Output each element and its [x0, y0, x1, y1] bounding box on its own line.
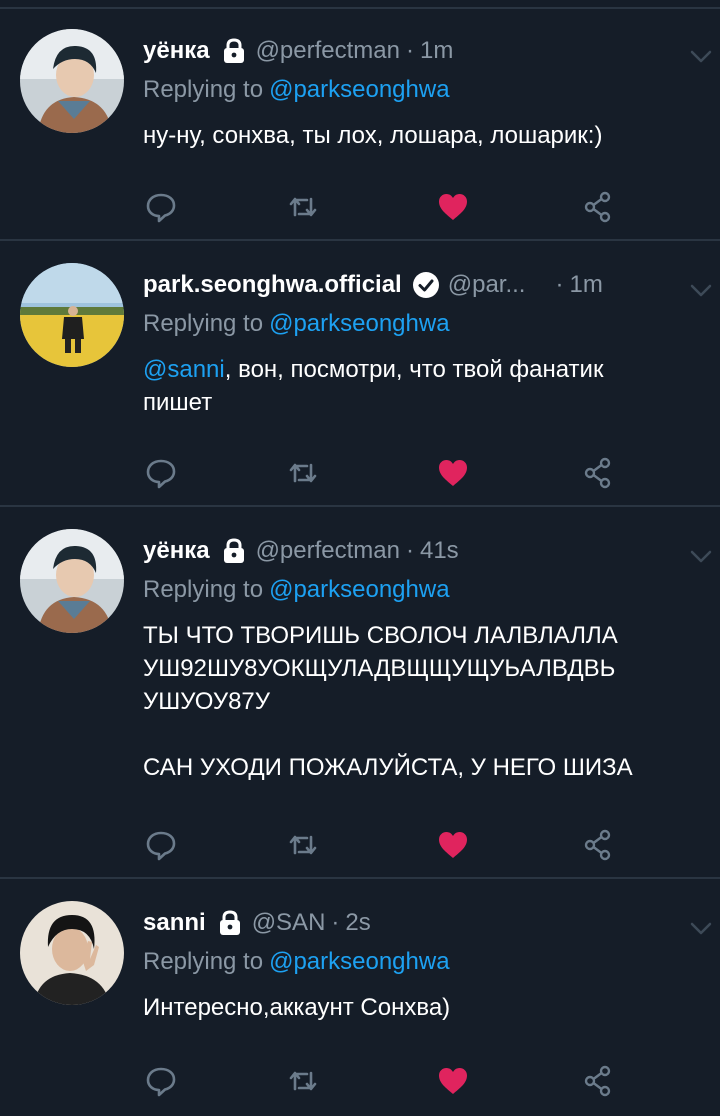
timestamp[interactable]: 1m	[420, 37, 453, 65]
tweet-text-content: ТЫ ЧТО ТВОРИШЬ СВОЛОЧ ЛАЛВЛАЛЛА УШ92ШУ8У…	[143, 622, 633, 781]
like-button[interactable]	[435, 189, 471, 225]
tweet-header: уёнка @perfectman · 1m	[143, 31, 696, 71]
retweet-icon	[289, 835, 317, 855]
chevron-down-icon[interactable]	[688, 915, 714, 941]
share-icon	[584, 1065, 611, 1097]
share-icon	[584, 191, 611, 223]
tweet-actions	[143, 189, 623, 229]
user-handle[interactable]: @perfectman	[256, 37, 400, 65]
share-button[interactable]	[580, 1063, 616, 1099]
user-handle[interactable]: @perfectman	[256, 537, 400, 565]
separator-dot: ·	[555, 271, 564, 298]
like-button[interactable]	[435, 455, 471, 491]
display-name[interactable]: уёнка	[143, 37, 210, 65]
verified-icon	[412, 272, 439, 298]
user-handle[interactable]: @par...	[448, 271, 526, 299]
retweet-icon	[289, 1071, 317, 1091]
like-button[interactable]	[435, 1063, 471, 1099]
share-button[interactable]	[580, 455, 616, 491]
tweet-actions	[143, 455, 623, 495]
separator-dot: ·	[331, 909, 340, 936]
replying-to: Replying to @parkseonghwa	[143, 943, 696, 981]
retweet-button[interactable]	[285, 189, 321, 225]
retweet-button[interactable]	[285, 1063, 321, 1099]
chevron-down-icon[interactable]	[688, 43, 714, 69]
reply-button[interactable]	[143, 189, 179, 225]
tweet-text: Интересно,аккаунт Сонхва)	[143, 991, 696, 1024]
like-button[interactable]	[435, 827, 471, 863]
tweet-2[interactable]: park.seonghwa.official @par... · 1m Repl…	[0, 243, 720, 507]
lock-icon	[223, 538, 244, 563]
mention-link[interactable]: @sanni	[143, 356, 225, 383]
heart-icon	[439, 832, 467, 858]
display-name[interactable]: уёнка	[143, 537, 210, 565]
tweet-header: sanni @SAN · 2s	[143, 903, 696, 943]
chevron-down-icon[interactable]	[688, 543, 714, 569]
share-icon	[584, 457, 611, 489]
heart-icon	[439, 1068, 467, 1094]
tweet-text: ТЫ ЧТО ТВОРИШЬ СВОЛОЧ ЛАЛВЛАЛЛА УШ92ШУ8У…	[143, 619, 696, 784]
replying-label: Replying to	[143, 76, 264, 103]
tweet-1[interactable]: уёнка @perfectman · 1m Replying to @park…	[0, 9, 720, 241]
lock-icon	[219, 910, 240, 935]
display-name[interactable]: park.seonghwa.official	[143, 271, 402, 299]
replying-label: Replying to	[143, 948, 264, 975]
timestamp[interactable]: 2s	[345, 909, 370, 937]
replying-mention-link[interactable]: @parkseonghwa	[269, 310, 449, 338]
replying-label: Replying to	[143, 576, 264, 603]
tweet-actions	[143, 827, 623, 867]
tweet-4[interactable]: sanni @SAN · 2s Replying to @parkseonghw…	[0, 881, 720, 1116]
avatar[interactable]	[20, 529, 124, 633]
timestamp[interactable]: 1m	[569, 271, 602, 299]
share-button[interactable]	[580, 189, 616, 225]
tweet-text: @sanni, вон, посмотри, что твой фанатик …	[143, 353, 696, 419]
replying-to: Replying to @parkseonghwa	[143, 571, 696, 609]
replying-mention-link[interactable]: @parkseonghwa	[269, 576, 449, 604]
replying-label: Replying to	[143, 310, 264, 337]
reply-button[interactable]	[143, 1063, 179, 1099]
share-icon	[584, 829, 611, 861]
timestamp[interactable]: 41s	[420, 537, 459, 565]
avatar[interactable]	[20, 263, 124, 367]
reply-button[interactable]	[143, 827, 179, 863]
replying-mention-link[interactable]: @parkseonghwa	[269, 948, 449, 976]
tweet-header: уёнка @perfectman · 41s	[143, 531, 696, 571]
replying-to: Replying to @parkseonghwa	[143, 71, 696, 109]
user-handle[interactable]: @SAN	[252, 909, 326, 937]
replying-to: Replying to @parkseonghwa	[143, 305, 696, 343]
lock-icon	[223, 38, 244, 63]
retweet-icon	[289, 463, 317, 483]
replying-mention-link[interactable]: @parkseonghwa	[269, 76, 449, 104]
avatar[interactable]	[20, 901, 124, 1005]
reply-icon	[146, 193, 176, 223]
chevron-down-icon[interactable]	[688, 277, 714, 303]
display-name[interactable]: sanni	[143, 909, 206, 937]
tweet-text-content: Интересно,аккаунт Сонхва)	[143, 994, 451, 1021]
reply-icon	[146, 459, 176, 489]
tweet-text-content: ну-ну, сонхва, ты лох, лошара, лошарик:)	[143, 122, 603, 149]
retweet-button[interactable]	[285, 827, 321, 863]
separator-dot: ·	[405, 537, 414, 564]
avatar[interactable]	[20, 29, 124, 133]
retweet-button[interactable]	[285, 455, 321, 491]
reply-icon	[146, 1067, 176, 1097]
tweet-actions	[143, 1063, 623, 1103]
separator-dot: ·	[405, 37, 414, 64]
share-button[interactable]	[580, 827, 616, 863]
tweet-text: ну-ну, сонхва, ты лох, лошара, лошарик:)	[143, 119, 696, 152]
tweet-thread: уёнка @perfectman · 1m Replying to @park…	[0, 0, 720, 1116]
heart-icon	[439, 460, 467, 486]
retweet-icon	[289, 197, 317, 217]
reply-button[interactable]	[143, 455, 179, 491]
tweet-header: park.seonghwa.official @par... · 1m	[143, 265, 696, 305]
heart-icon	[439, 194, 467, 220]
tweet-3[interactable]: уёнка @perfectman · 41s Replying to @par…	[0, 509, 720, 879]
reply-icon	[146, 831, 176, 861]
